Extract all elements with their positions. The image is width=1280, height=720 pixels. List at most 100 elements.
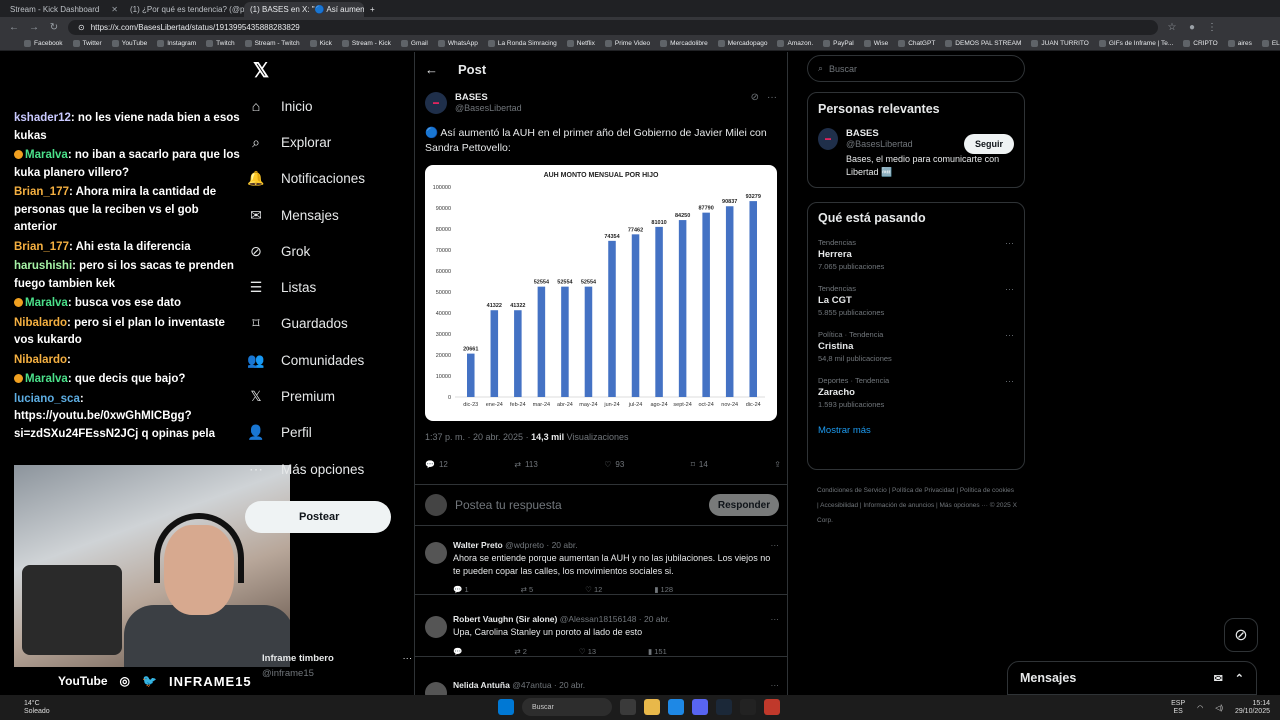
avatar[interactable] [425,682,447,695]
bookmark-item[interactable]: WhatsApp [437,40,478,47]
repost-action[interactable]: ⇄ 5 [521,585,534,594]
bookmark-item[interactable]: aires [1227,40,1252,47]
more-icon[interactable]: ··· [1005,284,1014,294]
reply-author[interactable]: Robert Vaughn (Sir alone) [453,614,557,624]
browser-tab[interactable]: (1) ¿Por qué es tendencia? (@pov✕ [124,2,244,17]
nav-item-listas[interactable]: ☰ Listas [245,269,405,305]
reply-input[interactable]: Postea tu respuesta [455,498,701,512]
more-icon[interactable]: ··· [1005,238,1014,248]
chat-username[interactable]: Maralva [25,149,68,161]
language-indicator[interactable]: ESP ES [1171,700,1185,716]
like-action[interactable]: ♡ 93 [604,460,624,469]
edge-icon[interactable] [668,699,684,715]
chat-username[interactable]: kshader12 [14,112,71,124]
bookmark-item[interactable]: EL MEGA PACK PAP... [1261,40,1280,47]
task-view-icon[interactable] [620,699,636,715]
reply-item[interactable]: Nelida Antuña @47antua · 20 abr.···💬 ⇄ ♡… [415,674,787,695]
more-icon[interactable]: ··· [1005,376,1014,386]
bookmark-item[interactable]: PayPal [823,40,854,47]
new-message-icon[interactable]: ✉ [1214,672,1223,685]
back-arrow-icon[interactable]: ← [425,62,438,77]
bookmark-item[interactable]: Instagram [157,40,196,47]
start-icon[interactable] [498,699,514,715]
show-more-link[interactable]: Mostrar más [818,425,1014,436]
bookmark-item[interactable]: Kick [309,40,332,47]
chat-username[interactable]: Nibalardo [14,317,67,329]
author-handle[interactable]: @BasesLibertad [455,103,522,113]
chat-username[interactable]: Maralva [25,373,68,385]
bookmark-item[interactable]: Prime Video [604,40,650,47]
reply-button[interactable]: Responder [709,494,779,516]
x-logo-icon[interactable]: 𝕏 [253,58,269,83]
chat-username[interactable]: harushishi [14,260,72,272]
avatar[interactable]: ▬ [425,92,447,114]
taskbar-search[interactable]: Buscar [522,698,612,716]
bookmark-item[interactable]: Mercadolibre [660,40,708,47]
weather-widget[interactable]: 14°C Soleado [24,700,50,716]
nav-item-premium[interactable]: 𝕏 Premium [245,378,405,414]
views-action[interactable]: ▮ 128 [654,585,673,594]
bookmark-action[interactable]: ⌑ 14 [691,460,708,469]
bookmark-item[interactable]: DEMOS PAL STREAM [945,40,1021,47]
reply-handle[interactable]: @wdpreto [505,540,544,550]
reply-action[interactable]: 💬 [453,647,462,656]
url-bar[interactable]: ⊙ https://x.com/BasesLibertad/status/1913… [68,19,1158,35]
bookmark-item[interactable]: Wise [863,40,888,47]
more-icon[interactable]: ··· [771,680,780,690]
bookmark-item[interactable]: La Ronda Simracing [487,40,557,47]
bookmark-item[interactable]: CRIPTO [1183,40,1218,47]
trend-item[interactable]: Política · Tendencia Cristina 54,8 mil pub… [818,330,1014,363]
chat-username[interactable]: Brian_177 [14,186,69,198]
nav-item-m-s-opciones[interactable]: ⋯ Más opciones [245,451,405,487]
close-icon[interactable]: ✕ [111,5,118,14]
reply-action[interactable]: 💬 1 [453,585,469,594]
repost-action[interactable]: ⇄ 113 [514,460,537,469]
nav-item-notificaciones[interactable]: 🔔 Notificaciones [245,161,405,197]
file-explorer-icon[interactable] [644,699,660,715]
share-action[interactable]: ⇪ [774,460,781,469]
nav-item-guardados[interactable]: ⌑ Guardados [245,306,405,342]
post-image-chart[interactable]: AUH MONTO MENSUAL POR HIJO 0 10000 20000 300… [425,165,777,421]
bookmark-item[interactable]: Stream - Kick [341,40,391,47]
discord-icon[interactable] [692,699,708,715]
reply-action[interactable]: 💬 12 [425,460,448,469]
chat-username[interactable]: Maralva [25,297,68,309]
volume-icon[interactable]: ◁) [1215,704,1223,712]
nav-item-perfil[interactable]: 👤 Perfil [245,415,405,451]
avatar[interactable]: ▬ [818,128,838,150]
new-tab-button[interactable]: + [364,2,384,17]
site-info-icon[interactable]: ⊙ [78,23,85,32]
bookmark-item[interactable]: Facebook [24,40,63,47]
grok-float-button[interactable]: ⊘ [1224,618,1258,652]
bookmark-item[interactable]: YouTube [111,40,147,47]
repost-action[interactable]: ⇄ 2 [514,647,527,656]
nav-item-inicio[interactable]: ⌂ Inicio [245,88,405,124]
bookmark-item[interactable]: JUAN TURRITO [1031,40,1089,47]
post-button[interactable]: Postear [245,501,391,533]
footer-links[interactable]: Condiciones de Servicio | Política de Pr… [817,483,1017,528]
more-icon[interactable]: ··· [771,540,780,550]
profile-icon[interactable]: ● [1186,22,1198,33]
bookmark-item[interactable]: GIFs de Inframe | Te... [1098,40,1173,47]
chat-username[interactable]: luciano_sca [14,393,80,405]
more-icon[interactable]: ··· [1005,330,1014,340]
bookmark-item[interactable]: Stream - Twitch [244,40,300,47]
chat-username[interactable]: Nibalardo [14,354,67,366]
chevron-up-icon[interactable]: ⌃ [1235,672,1244,685]
trend-item[interactable]: Deportes · Tendencia Zaracho 1.593 publica… [818,376,1014,409]
reload-icon[interactable]: ↻ [48,22,60,33]
nav-item-explorar[interactable]: ⌕ Explorar [245,124,405,160]
wifi-icon[interactable]: ◠ [1197,704,1203,712]
search-input[interactable]: ⌕ Buscar [807,55,1025,82]
trend-item[interactable]: Tendencias La CGT 5.855 publicaciones ··· [818,284,1014,317]
trend-item[interactable]: Tendencias Herrera 7.065 publicaciones ··· [818,238,1014,271]
bookmark-item[interactable]: Twitch [206,40,235,47]
browser-tab[interactable]: Stream - Kick Dashboard ✕ [4,2,124,17]
avatar[interactable] [425,616,447,638]
reply-item[interactable]: Walter Preto @wdpreto · 20 abr. ··· Ahora … [415,534,787,595]
like-action[interactable]: ♡ 12 [585,585,602,594]
nav-item-mensajes[interactable]: ✉ Mensajes [245,197,405,233]
forward-icon[interactable]: → [28,22,40,33]
views-action[interactable]: ▮ 151 [648,647,667,656]
more-icon[interactable]: ··· [767,92,777,114]
